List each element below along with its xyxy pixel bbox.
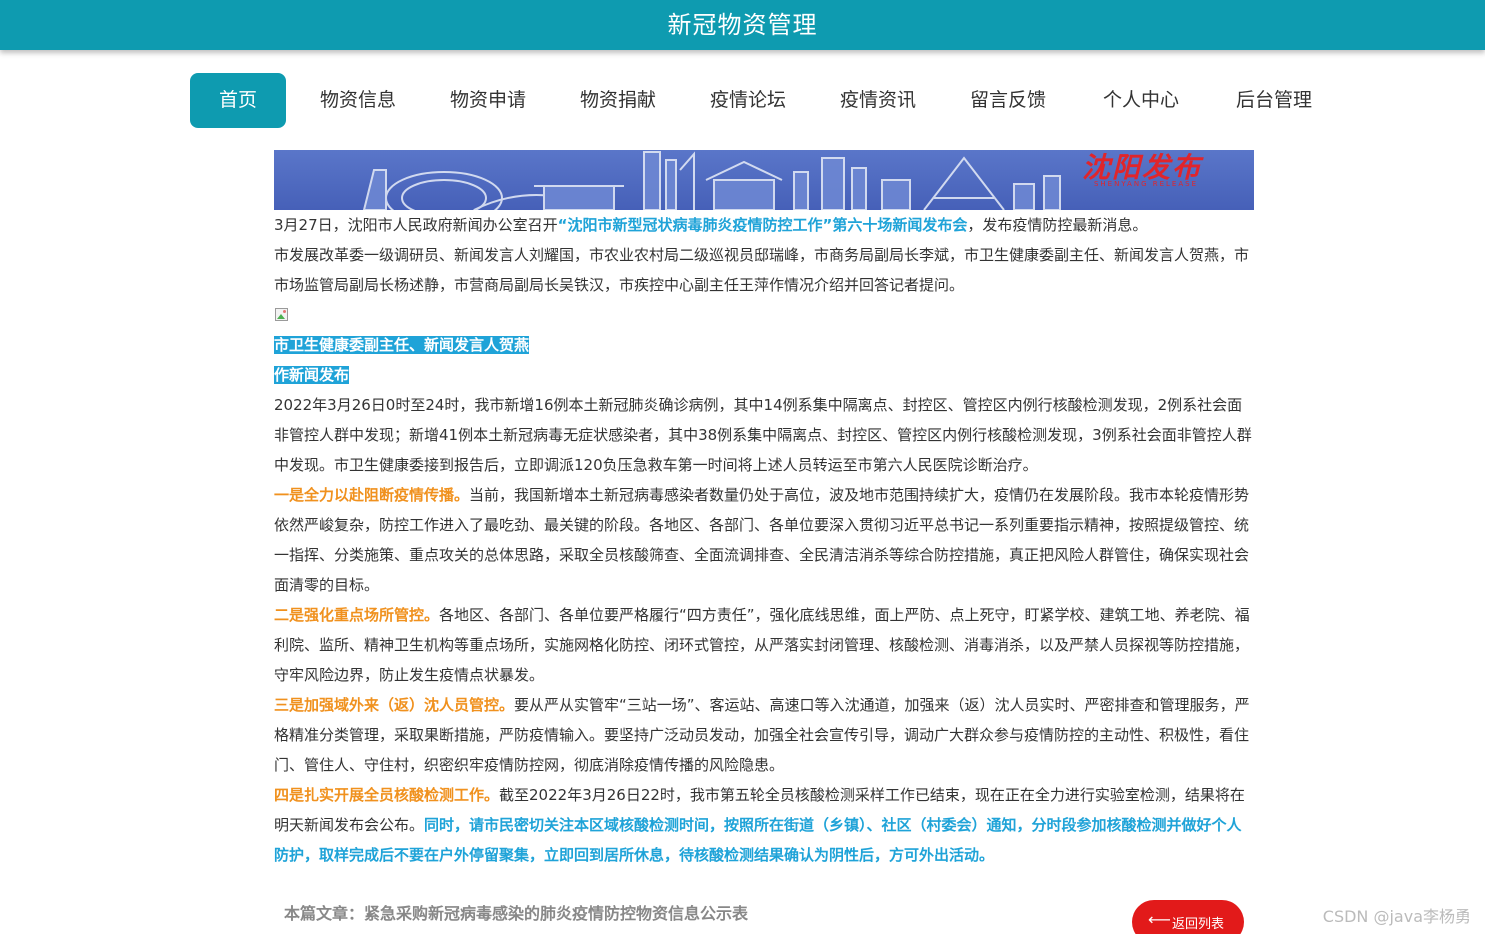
point-4-title: 四是扎实开展全员核酸检测工作。 <box>274 786 500 804</box>
top-header-bar: 新冠物资管理 <box>0 0 1485 50</box>
caption-highlight-1: 市卫生健康委副主任、新闻发言人贺燕 <box>274 336 530 354</box>
article-point-3: 三是加强域外来（返）沈人员管控。要从严从实管牢“三站一场”、客运站、高速口等入沈… <box>274 690 1254 780</box>
nav-item-personal-center[interactable]: 个人中心 <box>1103 73 1179 128</box>
nav-item-news[interactable]: 疫情资讯 <box>840 73 916 128</box>
intro-text-start: 3月27日，沈阳市人民政府新闻办公室召开 <box>274 216 558 234</box>
image-caption-line-2: 作新闻发布 <box>274 360 1254 390</box>
nav-item-admin[interactable]: 后台管理 <box>1236 73 1312 128</box>
nav-item-supplies-donation[interactable]: 物资捐献 <box>580 73 656 128</box>
nav-item-supplies-info[interactable]: 物资信息 <box>320 73 396 128</box>
current-article-label: 本篇文章：紧急采购新冠病毒感染的肺炎疫情防控物资信息公示表 <box>284 904 749 923</box>
article-point-2: 二是强化重点场所管控。各地区、各部门、各单位要严格履行“四方责任”，强化底线思维… <box>274 600 1254 690</box>
nav-item-home[interactable]: 首页 <box>190 73 286 128</box>
arrow-left-icon: ⟵ <box>1148 910 1171 929</box>
article-point-1: 一是全力以赴阻断疫情传播。当前，我国新增本土新冠病毒感染者数量仍处于高位，波及地… <box>274 480 1254 600</box>
nav-item-forum[interactable]: 疫情论坛 <box>710 73 786 128</box>
broken-image-icon <box>274 307 290 323</box>
point-3-title: 三是加强域外来（返）沈人员管控。 <box>274 696 515 714</box>
point-2-title: 二是强化重点场所管控。 <box>274 606 440 624</box>
article-banner-image: 沈阳发布 SHENYANG RELEASE <box>274 150 1254 210</box>
article-cases-paragraph: 2022年3月26日0时至24时，我市新增16例本土新冠肺炎确诊病例，其中14例… <box>274 396 1252 474</box>
article-image-row <box>274 300 1254 330</box>
article-body: 3月27日，沈阳市人民政府新闻办公室召开“沈阳市新型冠状病毒肺炎疫情防控工作”第… <box>274 210 1254 870</box>
press-conference-title: “沈阳市新型冠状病毒肺炎疫情防控工作”第六十场新闻发布会 <box>557 216 968 234</box>
intro-text-end: ，发布疫情防控最新消息。 <box>967 216 1148 234</box>
main-nav: 首页 物资信息 物资申请 物资捐献 疫情论坛 疫情资讯 留言反馈 个人中心 后台… <box>0 73 1485 128</box>
point-1-title: 一是全力以赴阻断疫情传播。 <box>274 486 470 504</box>
nav-item-feedback[interactable]: 留言反馈 <box>970 73 1046 128</box>
article-intro: 3月27日，沈阳市人民政府新闻办公室召开“沈阳市新型冠状病毒肺炎疫情防控工作”第… <box>274 210 1254 240</box>
caption-highlight-2: 作新闻发布 <box>274 366 350 384</box>
csdn-watermark: CSDN @java李杨勇 <box>1322 907 1471 926</box>
back-to-list-label: 返回列表 <box>1172 917 1225 932</box>
app-title: 新冠物资管理 <box>667 11 818 39</box>
article-speakers: 市发展改革委一级调研员、新闻发言人刘耀国，市农业农村局二级巡视员邸瑞峰，市商务局… <box>274 246 1250 294</box>
back-to-list-button[interactable]: ⟵ 返回列表 <box>1132 900 1244 934</box>
article-point-4: 四是扎实开展全员核酸检测工作。截至2022年3月26日22时，我市第五轮全员核酸… <box>274 780 1254 870</box>
image-caption-line-1: 市卫生健康委副主任、新闻发言人贺燕 <box>274 330 1254 360</box>
banner-brand-subtitle: SHENYANG RELEASE <box>1093 180 1198 188</box>
nav-item-supplies-request[interactable]: 物资申请 <box>450 73 526 128</box>
